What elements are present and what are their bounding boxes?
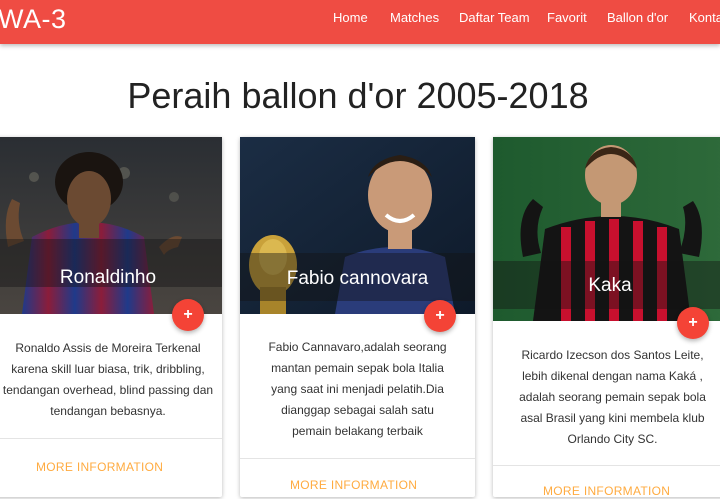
- top-navbar: WA-3 Home Matches Daftar Team Favorit Ba…: [0, 0, 720, 44]
- player-card-kaka: Kaka + Ricardo Izecson dos Santos Leite,…: [493, 137, 720, 499]
- nav-favorit[interactable]: Favorit: [547, 10, 587, 26]
- more-information-link[interactable]: MORE INFORMATION: [543, 483, 670, 499]
- brand-logo[interactable]: WA-3: [0, 3, 67, 35]
- nav-ballon-dor[interactable]: Ballon d'or: [607, 10, 668, 26]
- card-title: Ronaldinho: [59, 267, 157, 288]
- page-title: Peraih ballon d'or 2005-2018: [127, 75, 589, 116]
- add-button[interactable]: +: [172, 299, 204, 331]
- card-description: Ronaldo Assis de Moreira Terkenal karena…: [2, 341, 214, 418]
- nav-daftar-team[interactable]: Daftar Team: [459, 10, 530, 26]
- nav-home[interactable]: Home: [333, 10, 368, 26]
- nav-kontak[interactable]: Kontak: [689, 10, 720, 26]
- card-divider: [0, 438, 222, 439]
- card-divider: [493, 465, 720, 466]
- player-card-cannavaro: Fabio cannovara + Fabio Cannavaro,adalah…: [240, 137, 475, 497]
- player-card-ronaldinho: Ronaldinho + Ronaldo Assis de Moreira Te…: [0, 137, 222, 497]
- card-description: Fabio Cannavaro,adalah seorang mantan pe…: [268, 340, 447, 438]
- add-button[interactable]: +: [424, 300, 456, 332]
- card-title: Fabio cannovara: [286, 268, 429, 289]
- card-divider: [240, 458, 475, 459]
- more-information-link[interactable]: MORE INFORMATION: [290, 477, 417, 493]
- nav-matches[interactable]: Matches: [390, 10, 439, 26]
- card-title: Kaka: [588, 275, 632, 296]
- add-button[interactable]: +: [677, 307, 709, 339]
- more-information-link[interactable]: MORE INFORMATION: [36, 459, 163, 475]
- card-description: Ricardo Izecson dos Santos Leite, lebih …: [519, 348, 706, 446]
